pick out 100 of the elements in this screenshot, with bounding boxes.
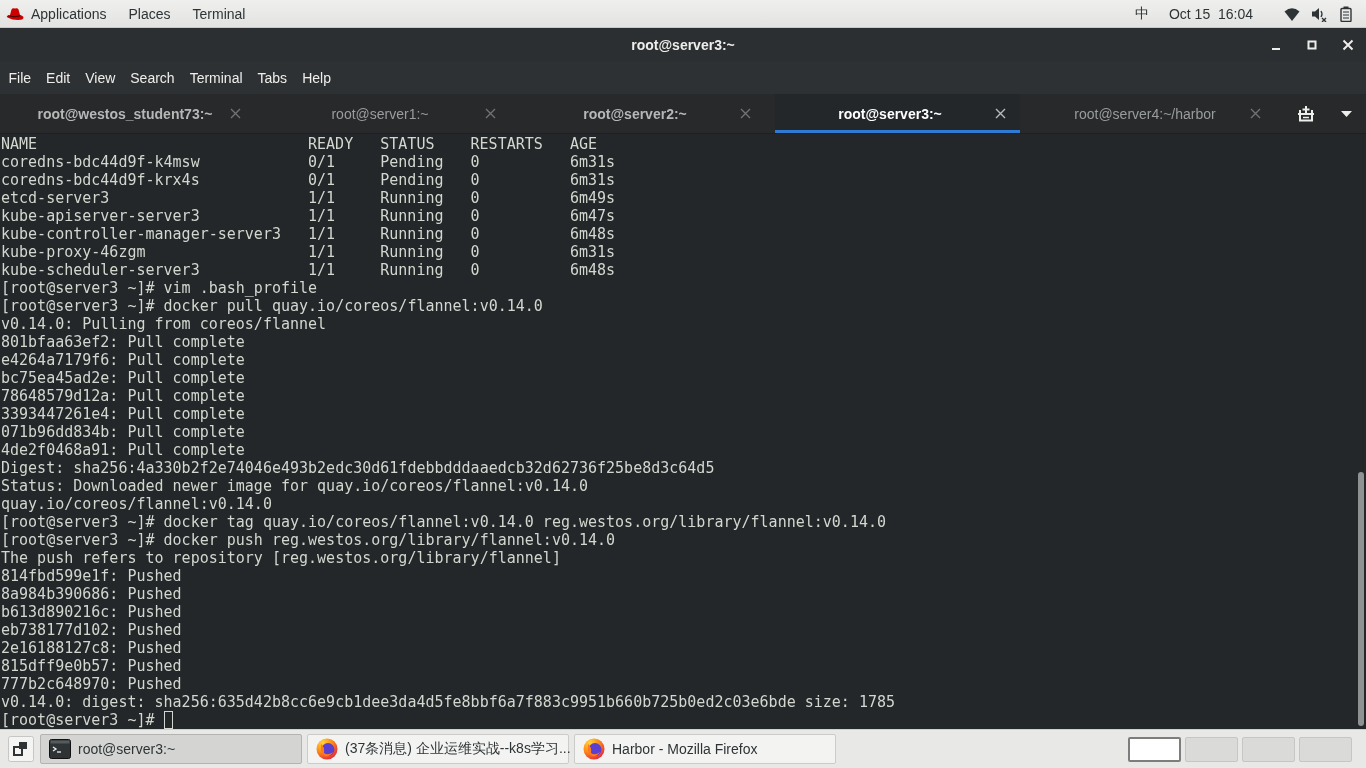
top-menu[interactable]: Places [117, 0, 182, 27]
show-desktop-icon[interactable] [8, 736, 34, 762]
input-method-indicator[interactable]: 中 [1134, 4, 1149, 23]
hat-icon[interactable] [6, 6, 24, 21]
table-cell: 0/1 [308, 153, 336, 171]
table-cell: kube-proxy-46zgm [1, 243, 146, 261]
column-header: AGE [569, 135, 597, 153]
table-cell: 6m47s [569, 207, 616, 225]
table-cell: coredns-bdc44d9f-k4msw [1, 153, 200, 171]
table-cell: 0 [470, 261, 480, 279]
terminal-tab[interactable]: root@server3:~ [775, 94, 1020, 133]
top-menu[interactable]: Applications [24, 0, 118, 27]
table-cell: 1/1 [308, 243, 336, 261]
terminal-line: [root@server3 ~]# docker pull quay.io/coreos/flannel:v0.14.0 [1, 297, 543, 315]
maximize-icon[interactable] [1306, 39, 1318, 51]
table-cell: 1/1 [308, 225, 336, 243]
terminal-line: 801bfaa63ef2: Pull complete [1, 333, 245, 351]
column-header: READY [308, 135, 354, 153]
terminal-line: [root@server3 ~]# vim .bash_profile [1, 279, 318, 297]
table-cell: 6m48s [569, 225, 616, 243]
table-cell: Pending [380, 153, 444, 171]
taskbar-window-button[interactable]: root@server3:~ [40, 734, 302, 764]
table-cell: coredns-bdc44d9f-krx4s [1, 171, 200, 189]
terminal-line: quay.io/coreos/flannel:v0.14.0 [1, 495, 272, 513]
terminal-line: b613d890216c: Pushed [1, 603, 182, 621]
table-cell: Running [380, 207, 444, 225]
table-cell: Running [380, 189, 444, 207]
terminal-line: 814fbd599e1f: Pushed [1, 567, 182, 585]
battery-icon[interactable] [1338, 5, 1354, 22]
table-cell: 0 [470, 189, 480, 207]
workspace-tile[interactable] [1185, 736, 1238, 762]
table-cell: 0 [470, 243, 480, 261]
terminal-line: e4264a7179f6: Pull complete [1, 351, 245, 369]
table-cell: Running [380, 225, 444, 243]
menu-item[interactable]: Search [122, 63, 183, 93]
top-menu[interactable]: Terminal [181, 0, 257, 27]
terminal-line: 777b2c648970: Pushed [1, 675, 182, 693]
menu-item[interactable]: Terminal [182, 63, 251, 93]
menu-item[interactable]: Help [294, 63, 339, 93]
browser-icon [583, 738, 605, 760]
table-cell: kube-controller-manager-server3 [1, 225, 281, 243]
table-cell: 0 [470, 171, 480, 189]
table-cell: 0 [470, 225, 480, 243]
column-header: NAME [1, 135, 38, 153]
scrollbar-thumb[interactable] [1358, 472, 1364, 726]
terminal-line: [root@server3 ~]# docker push reg.westos.org/library/flannel:v0.14.0 [1, 531, 616, 549]
terminal-tab[interactable]: root@server2:~ [520, 94, 765, 133]
terminal-line: 4de2f0468a91: Pull complete [1, 441, 245, 459]
table-cell: 0 [470, 207, 480, 225]
column-header: RESTARTS [470, 135, 543, 153]
menu-item[interactable]: Tabs [250, 63, 295, 93]
table-cell: 0 [470, 153, 480, 171]
table-cell: 6m31s [569, 243, 616, 261]
workspace-tile[interactable] [1242, 736, 1295, 762]
workspace-tile[interactable] [1128, 736, 1181, 762]
menu-item[interactable]: View [77, 63, 123, 93]
table-cell: Running [380, 261, 444, 279]
table-cell: 6m48s [569, 261, 616, 279]
terminal-tab[interactable]: root@server1:~ [265, 94, 510, 133]
terminal-line: 3393447261e4: Pull complete [1, 405, 245, 423]
caret-icon[interactable] [1341, 110, 1352, 117]
column-header: STATUS [380, 135, 435, 153]
table-cell: 1/1 [308, 207, 336, 225]
terminal-tab[interactable]: root@westos_student73:~ [10, 94, 255, 133]
taskbar-window-button[interactable]: (37条消息) 企业运维实战--k8s学习... [307, 734, 569, 764]
terminal-line: bc75ea45ad2e: Pull complete [1, 369, 245, 387]
terminal-line: v0.14.0: Pulling from coreos/flannel [1, 315, 327, 333]
terminal-line: Status: Downloaded newer image for quay.io/coreos/flannel:v0.14.0 [1, 477, 588, 495]
close-icon[interactable] [995, 108, 1006, 119]
table-cell: 0/1 [308, 171, 336, 189]
browser-icon [316, 738, 338, 760]
terminal-line: 8a984b390686: Pushed [1, 585, 182, 603]
table-cell: kube-scheduler-server3 [1, 261, 200, 279]
terminal-line: eb738177d102: Pushed [1, 621, 182, 639]
terminal-line: 071b96dd834b: Pull complete [1, 423, 245, 441]
table-cell: Pending [380, 171, 444, 189]
menu-item[interactable]: Edit [38, 63, 78, 93]
clock[interactable]: Oct 15 16:04 [1168, 5, 1253, 22]
terminal-icon [49, 738, 71, 760]
terminal-line: 2e16188127c8: Pushed [1, 639, 182, 657]
prompt-text: [root@server3 ~]# [1, 711, 155, 729]
table-cell: 1/1 [308, 189, 336, 207]
terminal-line: [root@server3 ~]# docker tag quay.io/coreos/flannel:v0.14.0 reg.westos.org/library/flannel:v0.14.0 [1, 513, 886, 531]
table-cell: 1/1 [308, 261, 336, 279]
window-title: root@server3:~ [631, 37, 735, 53]
new-tab-icon[interactable] [1297, 105, 1315, 122]
wifi-icon[interactable] [1284, 5, 1300, 22]
menu-item[interactable]: File [1, 63, 39, 93]
terminal-line: 815dff9e0b57: Pushed [1, 657, 182, 675]
table-cell: 6m31s [569, 171, 616, 189]
table-cell: 6m49s [569, 189, 616, 207]
taskbar-window-button[interactable]: Harbor - Mozilla Firefox [574, 734, 836, 764]
table-cell: 6m31s [569, 153, 616, 171]
terminal-line: v0.14.0: digest: sha256:635d42b8cc6e9cb1dee3da4d5fe8bbf6a7f883c9951b660b725b0ed2c03e6bde size: 1785 [1, 693, 896, 711]
speaker-icon[interactable] [1311, 5, 1327, 22]
terminal-line: 78648579d12a: Pull complete [1, 387, 245, 405]
table-cell: Running [380, 243, 444, 261]
terminal-line: The push refers to repository [reg.westos.org/library/flannel] [1, 549, 561, 567]
workspace-tile[interactable] [1299, 736, 1352, 762]
terminal-tab[interactable]: root@server4:~/harbor [1030, 94, 1275, 133]
